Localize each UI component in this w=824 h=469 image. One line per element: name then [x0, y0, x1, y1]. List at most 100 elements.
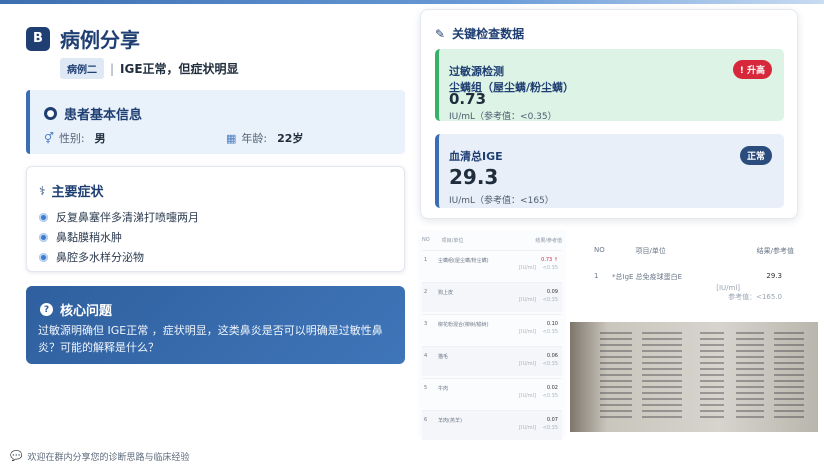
row-no: 2	[424, 289, 428, 295]
age-label: 年龄:	[241, 132, 268, 145]
total-ige-value: 29.3	[449, 165, 499, 189]
check-circle-icon	[39, 252, 48, 262]
row-no: 3	[424, 321, 428, 327]
row-no: 4	[424, 353, 428, 359]
page-header: B 病例分享	[26, 24, 140, 53]
row-ref: <0.35	[542, 393, 558, 399]
stethoscope-icon: ⚕	[39, 183, 46, 198]
row-name: 牛肉	[438, 386, 449, 392]
table-row: 1 尘螨组(屋尘螨/粉尘螨) 0.73 ↑ [IU/ml] <0.35	[422, 250, 562, 280]
user-icon: ●	[44, 107, 57, 120]
patient-info-heading: ● 患者基本信息	[44, 104, 142, 123]
core-question-heading: ? 核心问题	[40, 300, 112, 319]
chat-icon: 💬	[10, 451, 23, 462]
row-name: 猫毛	[438, 354, 449, 360]
status-badge: 正常	[739, 146, 772, 165]
age-value: 22岁	[277, 132, 304, 145]
row-value: 0.06	[546, 353, 558, 359]
allergen-test-ref: IU/mL（参考值：<0.35）	[449, 112, 557, 122]
report-col-result: 结果/参考值	[756, 247, 794, 255]
symptoms-heading: ⚕ 主要症状	[39, 181, 104, 201]
age-row: ▦ 年龄: 22岁	[226, 130, 303, 146]
list-item: 鼻腔多水样分泌物	[39, 247, 199, 267]
symptom-text: 反复鼻塞伴多清涕打喷嚏两月	[56, 211, 199, 224]
page-title: 病例分享	[60, 28, 140, 52]
core-question-card: ? 核心问题 过敏源明确但 IGE正常 ，症状明显，这类鼻炎是否可以明确是过敏性…	[26, 286, 405, 364]
row-value: 0.10	[546, 321, 558, 327]
calendar-icon: ▦	[226, 131, 237, 145]
key-data-title: 关键检查数据	[452, 27, 525, 41]
row-value: 0.07	[546, 417, 558, 423]
table-row: 5 牛肉 0.02 [IU/ml] <0.35	[422, 378, 562, 408]
row-name: 羊肉(羔羊)	[438, 418, 462, 424]
check-circle-icon	[39, 212, 48, 222]
photo-text-column	[642, 332, 682, 422]
report-header: NO 项目/单位 结果/参考值	[422, 237, 562, 244]
report-col-result: 结果/参考值	[535, 238, 562, 244]
row-ref: <0.35	[542, 297, 558, 303]
row-unit: [IU/ml]	[519, 425, 536, 431]
row-unit: [IU/ml]	[519, 361, 536, 367]
list-item: 反复鼻塞伴多清涕打喷嚏两月	[39, 207, 199, 227]
report-col-no: NO	[422, 237, 430, 243]
row-no: 1	[594, 272, 599, 280]
row-unit: [IU/ml]	[519, 329, 536, 335]
row-unit: [IU/ml]	[716, 284, 740, 292]
gender-row: ⚥ 性别: 男	[44, 130, 106, 146]
report-header: NO 项目/单位 结果/参考值	[594, 246, 794, 256]
footer: 💬 欢迎在群内分享您的诊断思路与临床经验	[10, 450, 189, 463]
row-no: 5	[424, 385, 428, 391]
photo-text-column	[700, 332, 724, 422]
total-ige-title: 血清总IGE	[449, 150, 503, 163]
symptoms-card: ⚕ 主要症状 反复鼻塞伴多清涕打喷嚏两月 鼻黏膜稍水肿 鼻腔多水样分泌物	[26, 166, 405, 272]
allergen-test-card: 过敏源检测 尘螨组（屋尘螨/粉尘螨） 0.73 IU/mL（参考值：<0.35）…	[435, 49, 784, 122]
table-row: 3 柳花粉混合(柳树/榆树) 0.10 [IU/ml] <0.35	[422, 314, 562, 344]
footer-text: 欢迎在群内分享您的诊断思路与临床经验	[27, 453, 190, 463]
row-unit: [IU/ml]	[519, 393, 536, 399]
row-no: 6	[424, 417, 428, 423]
table-row: 4 猫毛 0.06 [IU/ml] <0.35	[422, 346, 562, 376]
top-accent-bar	[0, 0, 824, 4]
pen-icon: ✎	[435, 26, 446, 41]
symptom-text: 鼻腔多水样分泌物	[56, 251, 144, 264]
report-col-no: NO	[594, 246, 605, 254]
row-value: 0.09	[546, 289, 558, 295]
report-col-item: 项目/单位	[635, 247, 666, 255]
gender-icon: ⚥	[44, 131, 54, 145]
case-tag: 病例二	[60, 58, 104, 79]
row-unit: [IU/ml]	[519, 297, 536, 303]
row-name: *总IgE 总免疫球蛋白E	[612, 273, 683, 281]
photo-text-column	[774, 332, 804, 422]
case-description: IGE正常，但症状明显	[120, 62, 239, 76]
total-ige-card: 血清总IGE 29.3 IU/mL（参考值：<165） 正常	[435, 134, 784, 208]
core-question-text: 过敏源明确但 IGE正常 ，症状明显，这类鼻炎是否可以明确是过敏性鼻炎？可能的解…	[38, 324, 383, 354]
check-circle-icon	[39, 232, 48, 242]
row-no: 1	[424, 257, 428, 263]
case-subtitle: 病例二 | IGE正常，但症状明显	[60, 58, 239, 79]
table-row: 2 狗上皮 0.09 [IU/ml] <0.35	[422, 282, 562, 312]
row-unit: [IU/ml]	[519, 265, 536, 271]
row-value: 0.73 ↑	[541, 257, 558, 263]
row-name: 柳花粉混合(柳树/榆树)	[438, 322, 489, 328]
list-item: 鼻黏膜稍水肿	[39, 227, 199, 247]
row-name: 狗上皮	[438, 290, 454, 296]
gender-label: 性别:	[58, 132, 85, 145]
report-col-item: 项目/单位	[441, 238, 464, 244]
paper-report-photo	[570, 322, 818, 432]
row-value: 0.02	[546, 385, 558, 391]
patient-info-card: ● 患者基本信息 ⚥ 性别: 男 ▦ 年龄: 22岁	[26, 90, 405, 154]
table-row: 6 羊肉(羔羊) 0.07 [IU/ml] <0.35	[422, 410, 562, 440]
allergen-test-title: 过敏源检测	[449, 65, 504, 78]
gender-value: 男	[94, 132, 106, 145]
total-ige-report-image: NO 项目/单位 结果/参考值 1 *总IgE 总免疫球蛋白E 29.3 [IU…	[582, 234, 796, 312]
row-ref: 参考值：<165.0	[728, 293, 782, 301]
allergen-report-image: NO 项目/单位 结果/参考值 1 尘螨组(屋尘螨/粉尘螨) 0.73 ↑ [I…	[418, 230, 566, 440]
row-ref: <0.35	[542, 265, 558, 271]
key-data-heading: ✎ 关键检查数据	[435, 25, 524, 42]
symptom-text: 鼻黏膜稍水肿	[56, 231, 122, 244]
core-question-title: 核心问题	[60, 304, 113, 319]
symptoms-title: 主要症状	[51, 185, 104, 200]
photo-text-column	[736, 332, 764, 422]
row-ref: <0.35	[542, 361, 558, 367]
allergen-test-value: 0.73	[449, 90, 487, 108]
